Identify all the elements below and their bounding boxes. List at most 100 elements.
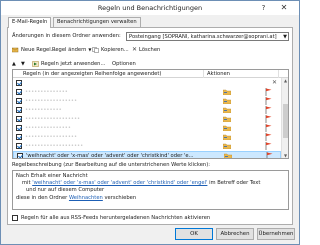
column-header-rules[interactable]: Regeln (in der angezeigten Reihenfolge a…: [23, 71, 161, 77]
rule-row[interactable]: ✕: [13, 79, 281, 88]
description-text: mit: [22, 180, 33, 187]
rule-name: ••••••••••••••••••: [25, 116, 81, 122]
close-button[interactable]: ✕: [272, 2, 296, 13]
column-divider[interactable]: [203, 70, 204, 78]
rule-enabled-checkbox[interactable]: [16, 116, 22, 122]
rss-rules-option[interactable]: Regeln für alle aus RSS-Feeds herunterge…: [12, 215, 210, 221]
description-text: verschieben: [102, 194, 137, 201]
copy-rule-button[interactable]: Kopieren...: [92, 45, 129, 54]
delete-action-icon: ✕: [272, 79, 278, 86]
copy-rule-label: Kopieren...: [101, 46, 129, 53]
rule-enabled-checkbox[interactable]: [16, 134, 22, 140]
keywords-link[interactable]: 'weihnacht' oder 'x-mas' oder 'advent' o…: [32, 180, 207, 186]
rule-enabled-checkbox[interactable]: [16, 80, 22, 86]
rule-description: Nach Erhalt einer Nachricht mit 'weihnac…: [12, 170, 289, 210]
title-bar: Regeln und Benachrichtigungen ? ✕: [1, 1, 299, 15]
rule-row[interactable]: •••••••••••••••: [13, 124, 281, 133]
rss-rules-label: Regeln für alle aus RSS-Feeds herunterge…: [21, 215, 211, 221]
description-label: Regelbeschreibung (zur Bearbeitung auf d…: [12, 162, 210, 168]
flag-icon: [265, 115, 272, 123]
scroll-down-icon[interactable]: ▼: [283, 153, 288, 158]
change-rule-button[interactable]: Regel ändern ▼: [52, 45, 92, 54]
description-line: Nach Erhalt einer Nachricht: [16, 173, 88, 179]
folder-select-value: Posteingang [SOPRANI, katharina.schwarze…: [129, 34, 277, 40]
ok-button[interactable]: OK: [175, 228, 213, 240]
flag-icon: [266, 152, 273, 158]
rule-enabled-checkbox[interactable]: [16, 143, 22, 149]
email-rules-panel: Änderungen in diesem Ordner anwenden: Po…: [7, 27, 293, 225]
rule-row[interactable]: 'weihnacht' oder 'x-mas' oder 'advent' o…: [13, 151, 281, 159]
chevron-down-icon: ▼: [283, 34, 287, 40]
rule-enabled-checkbox[interactable]: [16, 98, 22, 104]
flag-icon: [265, 142, 272, 150]
options-button[interactable]: Optionen: [112, 59, 136, 68]
rule-name: •••••••••••••••••••: [25, 143, 84, 149]
delete-icon: ✕: [132, 46, 138, 53]
rule-enabled-checkbox[interactable]: [16, 107, 22, 113]
new-rule-label: Neue Regel...: [21, 46, 56, 53]
move-to-folder-icon: [223, 98, 231, 104]
folder-select[interactable]: Posteingang [SOPRANI, katharina.schwarze…: [126, 32, 289, 41]
move-up-button[interactable]: ▲: [12, 59, 16, 68]
scroll-thumb[interactable]: [283, 104, 288, 138]
rule-name: •••••••••••••••••: [25, 134, 78, 140]
new-rule-button[interactable]: Neue Regel...: [12, 45, 56, 54]
run-rules-label: Regeln jetzt anwenden...: [41, 60, 106, 67]
move-to-folder-icon: [223, 143, 231, 149]
rule-name: ••••••••••••••: [25, 89, 68, 95]
rule-enabled-checkbox[interactable]: [17, 153, 23, 158]
rule-row[interactable]: ••••••••••••: [13, 106, 281, 115]
run-rules-button[interactable]: Regeln jetzt anwenden...: [32, 59, 105, 68]
apply-button[interactable]: Übernehmen: [257, 228, 295, 240]
rules-list-header: Regeln (in der angezeigten Reihenfolge a…: [13, 70, 288, 78]
rule-row[interactable]: ••••••••••••••: [13, 88, 281, 97]
rule-name: 'weihnacht' oder 'x-mas' oder 'advent' o…: [26, 153, 194, 159]
move-to-folder-icon: [223, 125, 231, 131]
tab-email-rules[interactable]: E-Mail-Regeln: [8, 17, 52, 28]
tab-manage-alerts[interactable]: Benachrichtigungen verwalten: [53, 17, 141, 27]
flag-icon: [265, 133, 272, 141]
move-to-folder-icon: [223, 107, 231, 113]
delete-rule-button[interactable]: ✕ Löschen: [132, 45, 160, 54]
target-folder-link[interactable]: Weihnachten: [69, 195, 103, 201]
copy-icon: [92, 46, 99, 53]
description-text: diese in den Ordner: [16, 194, 69, 201]
dialog-title: Regeln und Benachrichtigungen: [97, 4, 203, 12]
move-to-folder-icon: [223, 89, 231, 95]
rule-enabled-checkbox[interactable]: [16, 125, 22, 131]
flag-icon: [265, 97, 272, 105]
description-line: und nur auf diesem Computer: [26, 187, 105, 194]
rule-row[interactable]: •••••••••••••••••: [13, 133, 281, 142]
flag-icon: [265, 124, 272, 132]
new-rule-icon: [12, 47, 19, 52]
options-label: Optionen: [112, 60, 136, 67]
rule-row[interactable]: ••••••••••••••••••: [13, 115, 281, 124]
description-line: mit 'weihnacht' oder 'x-mas' oder 'adven…: [16, 180, 285, 187]
column-divider[interactable]: [278, 70, 279, 78]
move-to-folder-icon: [224, 153, 232, 158]
description-line: diese in den Ordner Weihnachten verschie…: [16, 195, 285, 202]
help-button[interactable]: ?: [257, 3, 270, 13]
rss-rules-checkbox[interactable]: [12, 215, 18, 221]
run-rules-icon: [32, 60, 39, 67]
rule-name: •••••••••••••••: [25, 125, 71, 131]
scroll-up-icon[interactable]: ▲: [283, 78, 288, 83]
flag-icon: [265, 106, 272, 114]
move-to-folder-icon: [223, 116, 231, 122]
rule-name: ••••••••••••: [25, 107, 62, 113]
rules-dialog: Regeln und Benachrichtigungen ? ✕ E-Mail…: [0, 0, 300, 245]
cancel-button[interactable]: Abbrechen: [216, 228, 254, 240]
rule-enabled-checkbox[interactable]: [16, 89, 22, 95]
rules-list-scrollbar[interactable]: ▲ ▼: [281, 78, 288, 158]
move-down-button[interactable]: ▼: [21, 59, 25, 68]
rules-list[interactable]: Regeln (in der angezeigten Reihenfolge a…: [12, 69, 289, 159]
description-text: im Betreff oder Text: [207, 180, 261, 187]
rule-name: •••••••••••••••••: [25, 98, 78, 104]
change-rule-label: Regel ändern: [52, 46, 87, 53]
rule-row[interactable]: •••••••••••••••••••: [13, 142, 281, 151]
column-header-actions[interactable]: Aktionen: [207, 71, 230, 77]
rule-row[interactable]: •••••••••••••••••: [13, 97, 281, 106]
flag-icon: [265, 88, 272, 96]
folder-label: Änderungen in diesem Ordner anwenden:: [12, 33, 121, 39]
delete-rule-label: Löschen: [139, 46, 161, 53]
